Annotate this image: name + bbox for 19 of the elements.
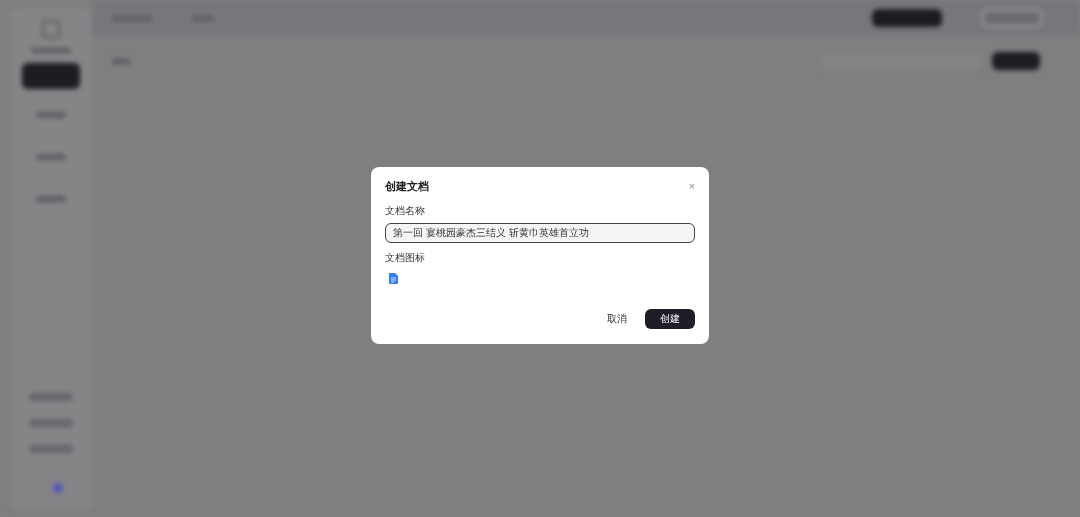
blurred-text (112, 58, 130, 64)
document-icon[interactable] (389, 273, 398, 284)
nav-item[interactable] (22, 63, 80, 89)
nav-item[interactable] (29, 445, 73, 453)
nav-item[interactable] (36, 196, 66, 202)
blurred-button[interactable] (992, 52, 1040, 70)
dialog-title: 创建文档 (385, 179, 429, 194)
create-button[interactable]: 创建 (645, 309, 695, 329)
blurred-button[interactable] (872, 9, 942, 27)
field-label: 文档名称 (385, 204, 426, 218)
blurred-text (31, 48, 71, 53)
nav-item[interactable] (29, 393, 73, 401)
nav-item[interactable] (36, 154, 66, 160)
input-field[interactable]: 第一回 宴桃园豪杰三结义 斩黄巾英雄首立功 (385, 223, 695, 243)
nav-item[interactable] (29, 419, 73, 427)
cancel-button[interactable]: 取消 (601, 308, 633, 330)
nav-item[interactable] (36, 112, 66, 118)
close-button[interactable]: × (688, 181, 695, 192)
field-label: 文档图标 (385, 251, 426, 265)
